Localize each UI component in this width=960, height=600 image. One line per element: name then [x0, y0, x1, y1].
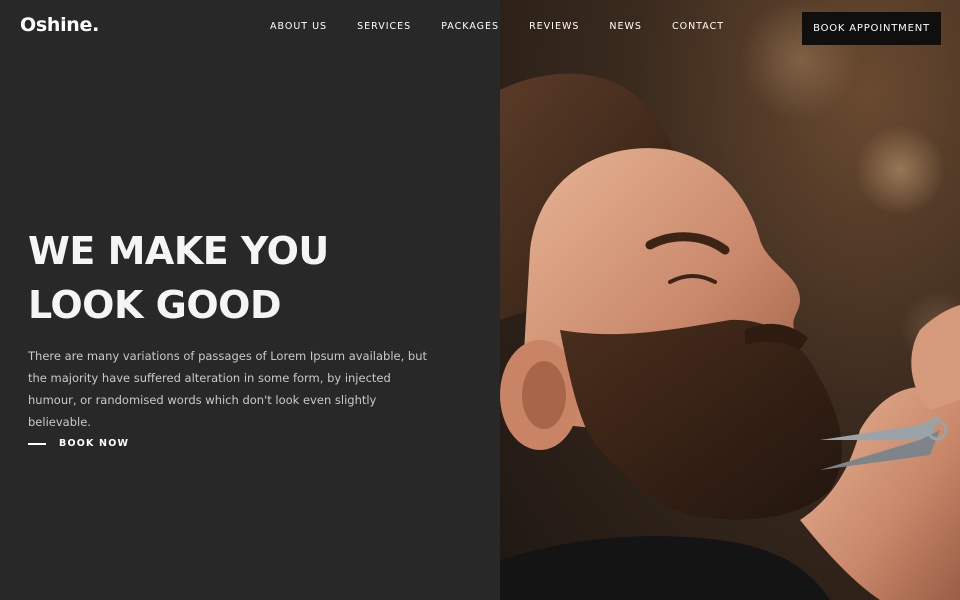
hero-title-line-2: LOOK GOOD [28, 283, 281, 327]
hero-description: There are many variations of passages of… [28, 349, 428, 429]
site-header: Oshine. ABOUT US SERVICES PACKAGES REVIE… [0, 0, 960, 56]
brand-logo[interactable]: Oshine. [20, 14, 99, 36]
nav-item-contact[interactable]: CONTACT [672, 21, 724, 32]
hero-image [500, 0, 960, 600]
book-now-link[interactable]: BOOK NOW [28, 438, 129, 449]
hero-title-line-1: WE MAKE YOU [28, 229, 329, 273]
main-nav: ABOUT US SERVICES PACKAGES REVIEWS NEWS … [270, 21, 754, 32]
nav-item-packages[interactable]: PACKAGES [441, 21, 499, 32]
hero-title: WE MAKE YOU LOOK GOOD [28, 224, 329, 332]
book-appointment-button[interactable]: BOOK APPOINTMENT [802, 12, 941, 45]
book-now-label: BOOK NOW [59, 438, 130, 449]
nav-item-reviews[interactable]: REVIEWS [529, 21, 579, 32]
bearded-man-photo [500, 0, 960, 600]
nav-item-services[interactable]: SERVICES [357, 21, 411, 32]
nav-item-news[interactable]: NEWS [609, 21, 642, 32]
nav-item-about-us[interactable]: ABOUT US [270, 21, 327, 32]
dash-line-icon [28, 442, 46, 445]
landing-page: Oshine. ABOUT US SERVICES PACKAGES REVIE… [0, 0, 960, 600]
